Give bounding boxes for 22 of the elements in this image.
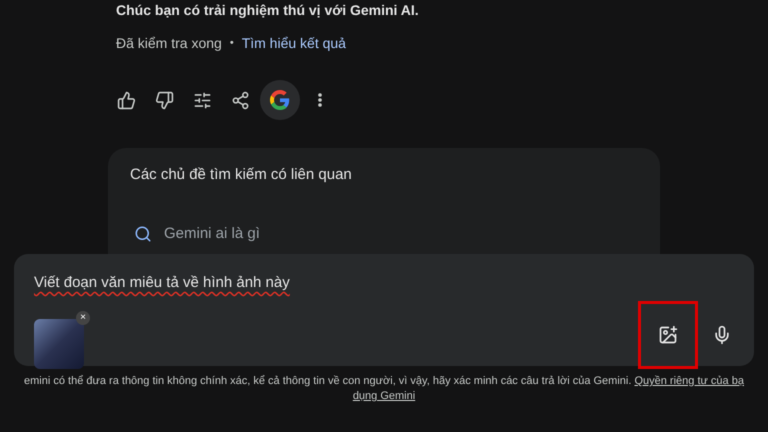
add-image-icon bbox=[658, 324, 678, 344]
search-icon bbox=[134, 224, 152, 243]
check-results-link[interactable]: Tìm hiểu kết quả bbox=[242, 33, 346, 54]
prompt-input[interactable]: Viết đoạn văn miêu tả về hình ảnh này bbox=[34, 272, 734, 294]
related-topics-title: Các chủ đề tìm kiếm có liên quan bbox=[130, 165, 352, 185]
thumbs-down-icon bbox=[154, 90, 174, 110]
google-logo-icon bbox=[270, 90, 290, 110]
separator-dot: • bbox=[230, 36, 234, 52]
remove-attachment-button[interactable]: × bbox=[76, 310, 90, 324]
thumbs-up-icon bbox=[116, 90, 136, 110]
sliders-icon bbox=[192, 90, 212, 110]
disclaimer-text: emini có thể đưa ra thông tin không chính xác, kể cả thông tin về con người, vì vậy, hãy xác minh các câu trả lời của Gemini. Quyền riêng tư của bạ bbox=[24, 374, 744, 389]
attached-image-thumbnail bbox=[34, 318, 84, 368]
check-status: Đã kiểm tra xong bbox=[116, 34, 222, 53]
more-icon bbox=[318, 93, 322, 107]
privacy-link-continued[interactable]: dụng Gemini bbox=[352, 389, 416, 404]
add-image-button[interactable] bbox=[638, 300, 698, 368]
share-icon bbox=[230, 90, 250, 110]
privacy-link[interactable]: Quyền riêng tư của bạ bbox=[634, 375, 744, 387]
google-check-button[interactable] bbox=[260, 80, 300, 120]
related-search-item[interactable]: Gemini ai là gì bbox=[134, 222, 260, 245]
response-text: Chúc bạn có trải nghiệm thú vị với Gemini AI. bbox=[116, 1, 419, 19]
